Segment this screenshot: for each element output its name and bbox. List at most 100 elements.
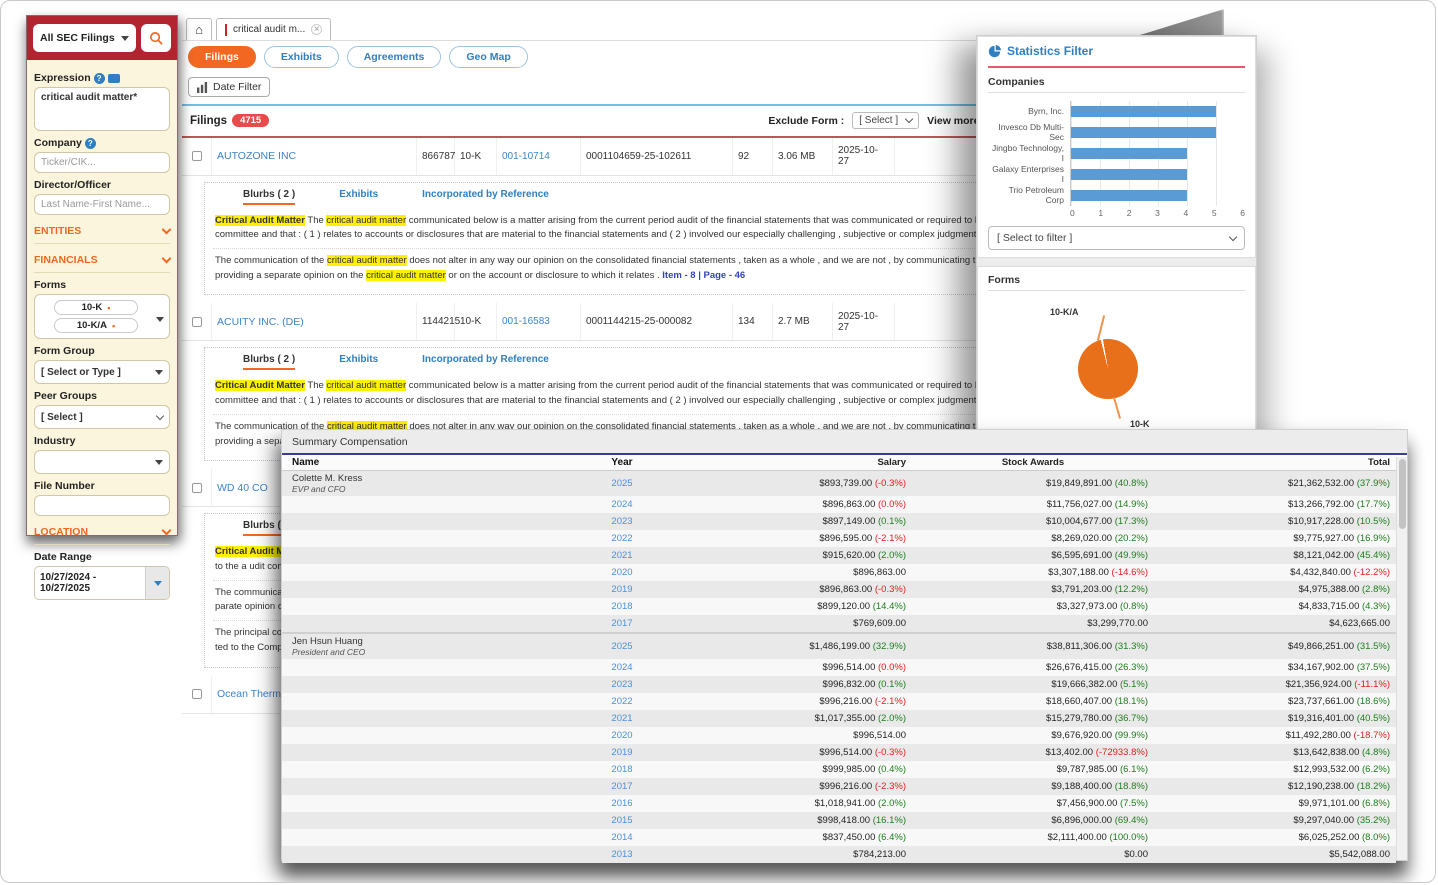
year-link[interactable]: 2018 [522, 599, 722, 614]
year-link[interactable]: 2024 [522, 660, 722, 675]
money-cell: $9,787,985.00 (6.1%) [912, 762, 1154, 777]
year-link[interactable]: 2023 [522, 677, 722, 692]
year-link[interactable]: 2022 [522, 531, 722, 546]
year-link[interactable]: 2015 [522, 813, 722, 828]
year-link[interactable]: 2018 [522, 762, 722, 777]
year-link[interactable]: 2022 [522, 694, 722, 709]
calendar-dropdown-button[interactable] [145, 567, 169, 599]
tab-filings[interactable]: Filings [188, 46, 256, 68]
entities-section-header[interactable]: ENTITIES [34, 225, 170, 244]
money-cell: $10,004,677.00 (17.3%) [912, 514, 1154, 529]
exclude-form-select[interactable]: [ Select ] [852, 112, 919, 129]
blurbs-tab[interactable]: Blurbs ( 2 ) [243, 189, 295, 205]
form-group-select[interactable]: [ Select or Type ] [34, 360, 170, 384]
exhibits-tab[interactable]: Exhibits [339, 189, 378, 205]
location-section-header[interactable]: LOCATION [34, 526, 170, 545]
pct-change: (37.5%) [1354, 662, 1390, 673]
year-link[interactable]: 2025 [522, 639, 722, 654]
person-cell [282, 588, 522, 592]
company-input[interactable]: Ticker/CIK... [34, 152, 170, 173]
company-link[interactable]: AUTOZONE INC [212, 138, 417, 175]
pct-change: (32.9%) [870, 641, 906, 652]
pct-change: (14.9%) [1112, 499, 1148, 510]
bar-value[interactable] [1071, 169, 1187, 180]
incorporated-by-reference-tab[interactable]: Incorporated by Reference [422, 189, 549, 205]
file-number-link[interactable]: 001-16583 [497, 303, 581, 340]
pie-shape[interactable] [1078, 339, 1138, 399]
form-chip[interactable]: 10-K▪ [54, 300, 138, 315]
year-link[interactable]: 2021 [522, 548, 722, 563]
tab-agreements[interactable]: Agreements [347, 46, 442, 68]
remove-chip-icon[interactable]: ▪ [112, 321, 115, 331]
file-number-link[interactable]: 001-10714 [497, 138, 581, 175]
blurbs-tab[interactable]: Blurbs ( 2 ) [243, 354, 295, 370]
peer-groups-select[interactable]: [ Select ] [34, 405, 170, 429]
blurb-item-page-ref[interactable]: Item - 8 | Page - 46 [662, 270, 745, 281]
scrollbar[interactable] [1396, 457, 1407, 860]
year-link[interactable]: 2023 [522, 514, 722, 529]
money-cell: $23,737,661.00 (18.6%) [1154, 694, 1396, 709]
director-input[interactable]: Last Name-First Name... [34, 194, 170, 215]
year-link[interactable]: 2019 [522, 745, 722, 760]
axis-tick: 6 [1240, 208, 1245, 218]
scope-select[interactable]: All SEC Filings [33, 24, 136, 52]
blurb-highlight: critical audit matter [366, 270, 446, 281]
home-tab[interactable]: ⌂ [186, 18, 212, 40]
compensation-row: 2023$897,149.00 (0.1%)$10,004,677.00 (17… [282, 513, 1396, 530]
date-filter-button[interactable]: Date Filter [188, 77, 270, 97]
year-link[interactable]: 2020 [522, 728, 722, 743]
year-link[interactable]: 2019 [522, 582, 722, 597]
compensation-row: Colette M. KressEVP and CFO2025$893,739.… [282, 471, 1396, 496]
year-link[interactable]: 2014 [522, 830, 722, 845]
company-link[interactable]: ACUITY INC. (DE) [212, 303, 417, 340]
tab-geo-map[interactable]: Geo Map [449, 46, 527, 68]
file-number-input[interactable] [34, 495, 170, 516]
year-link[interactable]: 2020 [522, 565, 722, 580]
form-chip[interactable]: 10-K/A▪ [54, 318, 138, 333]
pct-change: (0.1%) [875, 679, 906, 690]
money-cell: $8,269,020.00 (20.2%) [912, 531, 1154, 546]
industry-select[interactable] [34, 450, 170, 474]
year-link[interactable]: 2017 [522, 616, 722, 631]
pct-change: (45.4%) [1354, 550, 1390, 561]
scrollbar-thumb[interactable] [1399, 459, 1406, 529]
bar-value[interactable] [1071, 190, 1187, 201]
money-cell: $996,832.00 (0.1%) [722, 677, 912, 692]
year-link[interactable]: 2017 [522, 779, 722, 794]
exhibits-tab[interactable]: Exhibits [339, 354, 378, 370]
close-tab-icon[interactable]: × [311, 24, 322, 35]
money-cell: $896,863.00 (-0.3%) [722, 582, 912, 597]
bar-value[interactable] [1071, 148, 1187, 159]
money-cell: $21,356,924.00 (-11.1%) [1154, 677, 1396, 692]
person-cell [282, 554, 522, 558]
search-doc-tab[interactable]: critical audit m... × [216, 18, 331, 40]
row-checkbox[interactable] [192, 483, 202, 493]
companies-filter-select[interactable]: [ Select to filter ] [988, 226, 1245, 250]
year-link[interactable]: 2016 [522, 796, 722, 811]
money-cell: $9,971,101.00 (6.8%) [1154, 796, 1396, 811]
forms-multiselect[interactable]: 10-K▪ 10-K/A▪ [34, 294, 170, 339]
row-checkbox[interactable] [192, 689, 202, 699]
help-icon[interactable]: ? [94, 73, 105, 84]
pct-change: (8.0%) [1359, 832, 1390, 843]
person-cell [282, 717, 522, 721]
expression-input[interactable]: critical audit matter* [34, 87, 170, 131]
year-link[interactable]: 2024 [522, 497, 722, 512]
search-button[interactable] [141, 24, 171, 52]
year-link[interactable]: 2021 [522, 711, 722, 726]
video-icon[interactable] [108, 74, 120, 83]
row-checkbox[interactable] [192, 317, 202, 327]
remove-chip-icon[interactable]: ▪ [107, 303, 110, 313]
date-range-picker[interactable]: 10/27/2024 - 10/27/2025 [34, 566, 170, 600]
money-cell: $2,111,400.00 (100.0%) [912, 830, 1154, 845]
row-checkbox[interactable] [192, 151, 202, 161]
incorporated-by-reference-tab[interactable]: Incorporated by Reference [422, 354, 549, 370]
year-link[interactable]: 2013 [522, 847, 722, 862]
person-cell [282, 802, 522, 806]
bar-value[interactable] [1071, 127, 1216, 138]
help-icon[interactable]: ? [85, 138, 96, 149]
tab-exhibits[interactable]: Exhibits [264, 46, 339, 68]
bar-value[interactable] [1071, 106, 1216, 117]
year-link[interactable]: 2025 [522, 476, 722, 491]
financials-section-header[interactable]: FINANCIALS [34, 254, 170, 273]
